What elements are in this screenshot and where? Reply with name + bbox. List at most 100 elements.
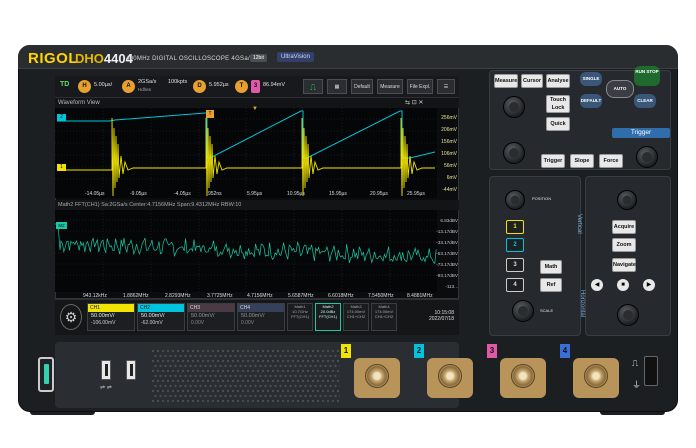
acquire-key[interactable]: Acquire (612, 220, 636, 234)
speaker-hole (294, 354, 297, 358)
speaker-hole (159, 384, 162, 388)
slope-key[interactable]: Slope (570, 154, 594, 168)
math4-box[interactable]: Math4 174.00mV CH1+CH2 (371, 303, 397, 331)
navigate-key[interactable]: Navigate (612, 258, 636, 272)
force-key[interactable]: Force (599, 154, 623, 168)
default-key[interactable]: DEFAULT (580, 94, 602, 108)
bnc-input-2[interactable] (425, 350, 475, 400)
speaker-hole (199, 394, 202, 398)
speaker-hole (319, 374, 322, 378)
speaker-hole (306, 389, 310, 393)
speaker-hole (201, 359, 205, 363)
bnc-input-1[interactable] (352, 350, 402, 400)
ch1-box[interactable]: CH1 50.00mV/ -106.00mV (87, 303, 135, 331)
math-key[interactable]: Math (540, 260, 562, 274)
auto-key[interactable]: AUTO (606, 80, 634, 98)
speaker-hole (274, 394, 277, 398)
home-gear-icon[interactable]: ⚙ (60, 304, 82, 330)
speaker-hole (161, 349, 165, 353)
speaker-hole (231, 379, 235, 383)
trigger-chip[interactable]: T (235, 80, 248, 93)
horizontal-scale-knob[interactable] (617, 304, 639, 326)
ch4-key[interactable]: 4 (506, 278, 524, 292)
probe-comp-terminal[interactable] (644, 356, 658, 386)
clock[interactable]: 10:15:08 2022/07/18 (410, 310, 454, 322)
trigger-source[interactable]: 3 (251, 80, 260, 93)
measure-key[interactable]: Measure (494, 74, 518, 88)
waveform-plot[interactable] (55, 108, 437, 198)
usb-port-2[interactable] (126, 360, 136, 380)
multipurpose-knob[interactable] (503, 96, 525, 118)
quick-key[interactable]: Quick (546, 117, 570, 131)
file-explorer-button[interactable]: File Expl. (407, 79, 433, 94)
single-key[interactable]: SINGLE (580, 72, 602, 86)
speaker-hole (156, 359, 160, 363)
menu-icon[interactable]: ☰ (437, 79, 455, 94)
speaker-hole (219, 394, 222, 398)
fft-plot[interactable] (55, 210, 437, 292)
trigger-key[interactable]: Trigger (541, 154, 565, 168)
speaker-hole (211, 359, 215, 363)
ch4-box[interactable]: CH4 50.00mV/ 0.00V (237, 303, 285, 331)
clear-key[interactable]: CLEAR (634, 94, 656, 108)
default-button[interactable]: Default (351, 79, 373, 94)
speaker-hole (209, 394, 212, 398)
power-button[interactable] (38, 357, 54, 392)
speaker-hole (294, 394, 297, 398)
ch2-key[interactable]: 2 (506, 238, 524, 252)
math2-box[interactable]: Math2 20.0dBz FFT(CH1) (315, 303, 341, 331)
ch3-box[interactable]: CH3 50.00mV/ 0.00V (187, 303, 235, 331)
nav-right-icon[interactable]: ▶ (643, 279, 655, 291)
intensity-knob[interactable] (503, 142, 525, 164)
speaker-hole (171, 399, 175, 403)
vertical-position-knob[interactable] (505, 190, 525, 210)
measure-button[interactable]: Measure (377, 79, 403, 94)
usb-port-1[interactable] (101, 360, 111, 380)
ch1-marker[interactable]: 1 (57, 164, 66, 171)
acquire-chip[interactable]: A (122, 80, 135, 93)
bnc-input-4[interactable] (571, 350, 621, 400)
ch2-marker[interactable]: 2 (57, 114, 66, 121)
speaker-hole (251, 389, 255, 393)
math1-box[interactable]: Math1 10.7GHz FFT(CH1) (287, 303, 313, 331)
touch-lock-key[interactable]: Touch Lock (546, 95, 570, 113)
horizontal-chip[interactable]: H (78, 80, 91, 93)
speaker-hole (236, 389, 240, 393)
nav-stop-icon[interactable]: ■ (617, 279, 629, 291)
speaker-hole (191, 379, 195, 383)
math3-box[interactable]: Math3 174.00mV CH1+CH2 (343, 303, 369, 331)
speaker-hole (151, 349, 155, 353)
bnc-input-3[interactable] (498, 350, 548, 400)
speaker-hole (314, 384, 317, 388)
ref-key[interactable]: Ref (540, 278, 562, 292)
vertical-scale-knob[interactable] (512, 300, 534, 322)
trigger-mode-icon[interactable]: ⎍ (303, 79, 323, 94)
speaker-hole (214, 354, 217, 358)
horizontal-position-knob[interactable] (617, 190, 637, 210)
zoom-key[interactable]: Zoom (612, 238, 636, 252)
ch2-box[interactable]: CH2 50.00mV/ -62.00mV (137, 303, 185, 331)
ch1-key[interactable]: 1 (506, 220, 524, 234)
speaker-hole (176, 399, 180, 403)
delay-chip[interactable]: D (193, 80, 206, 93)
display-icon[interactable]: ▦ (327, 79, 347, 94)
nav-left-icon[interactable]: ◀ (591, 279, 603, 291)
trigger-position-marker[interactable]: T (206, 110, 214, 118)
speaker-hole (274, 364, 277, 368)
analyse-key[interactable]: Analyse (546, 74, 570, 88)
delay-value[interactable]: 5.952µs (209, 82, 229, 88)
math2-marker[interactable]: M2 (56, 222, 67, 229)
run-state[interactable]: TD (60, 81, 69, 88)
speaker-hole (216, 369, 220, 373)
acquire-points[interactable]: 100kpts (168, 79, 187, 85)
speaker-hole (156, 369, 160, 373)
trigger-level-knob[interactable] (636, 146, 658, 168)
trigger-level[interactable]: 86.94mV (263, 82, 285, 88)
speaker-hole (171, 359, 175, 363)
cursor-key[interactable]: Cursor (521, 74, 543, 88)
horizontal-value[interactable]: 5.00µs/ (94, 82, 112, 88)
acquire-rate[interactable]: 2GSa/s (138, 79, 156, 85)
window-controls-icon[interactable]: ⇆ ⊡ ✕ (405, 99, 423, 106)
run-stop-key[interactable]: RUN STOP (634, 66, 660, 86)
ch3-key[interactable]: 3 (506, 258, 524, 272)
